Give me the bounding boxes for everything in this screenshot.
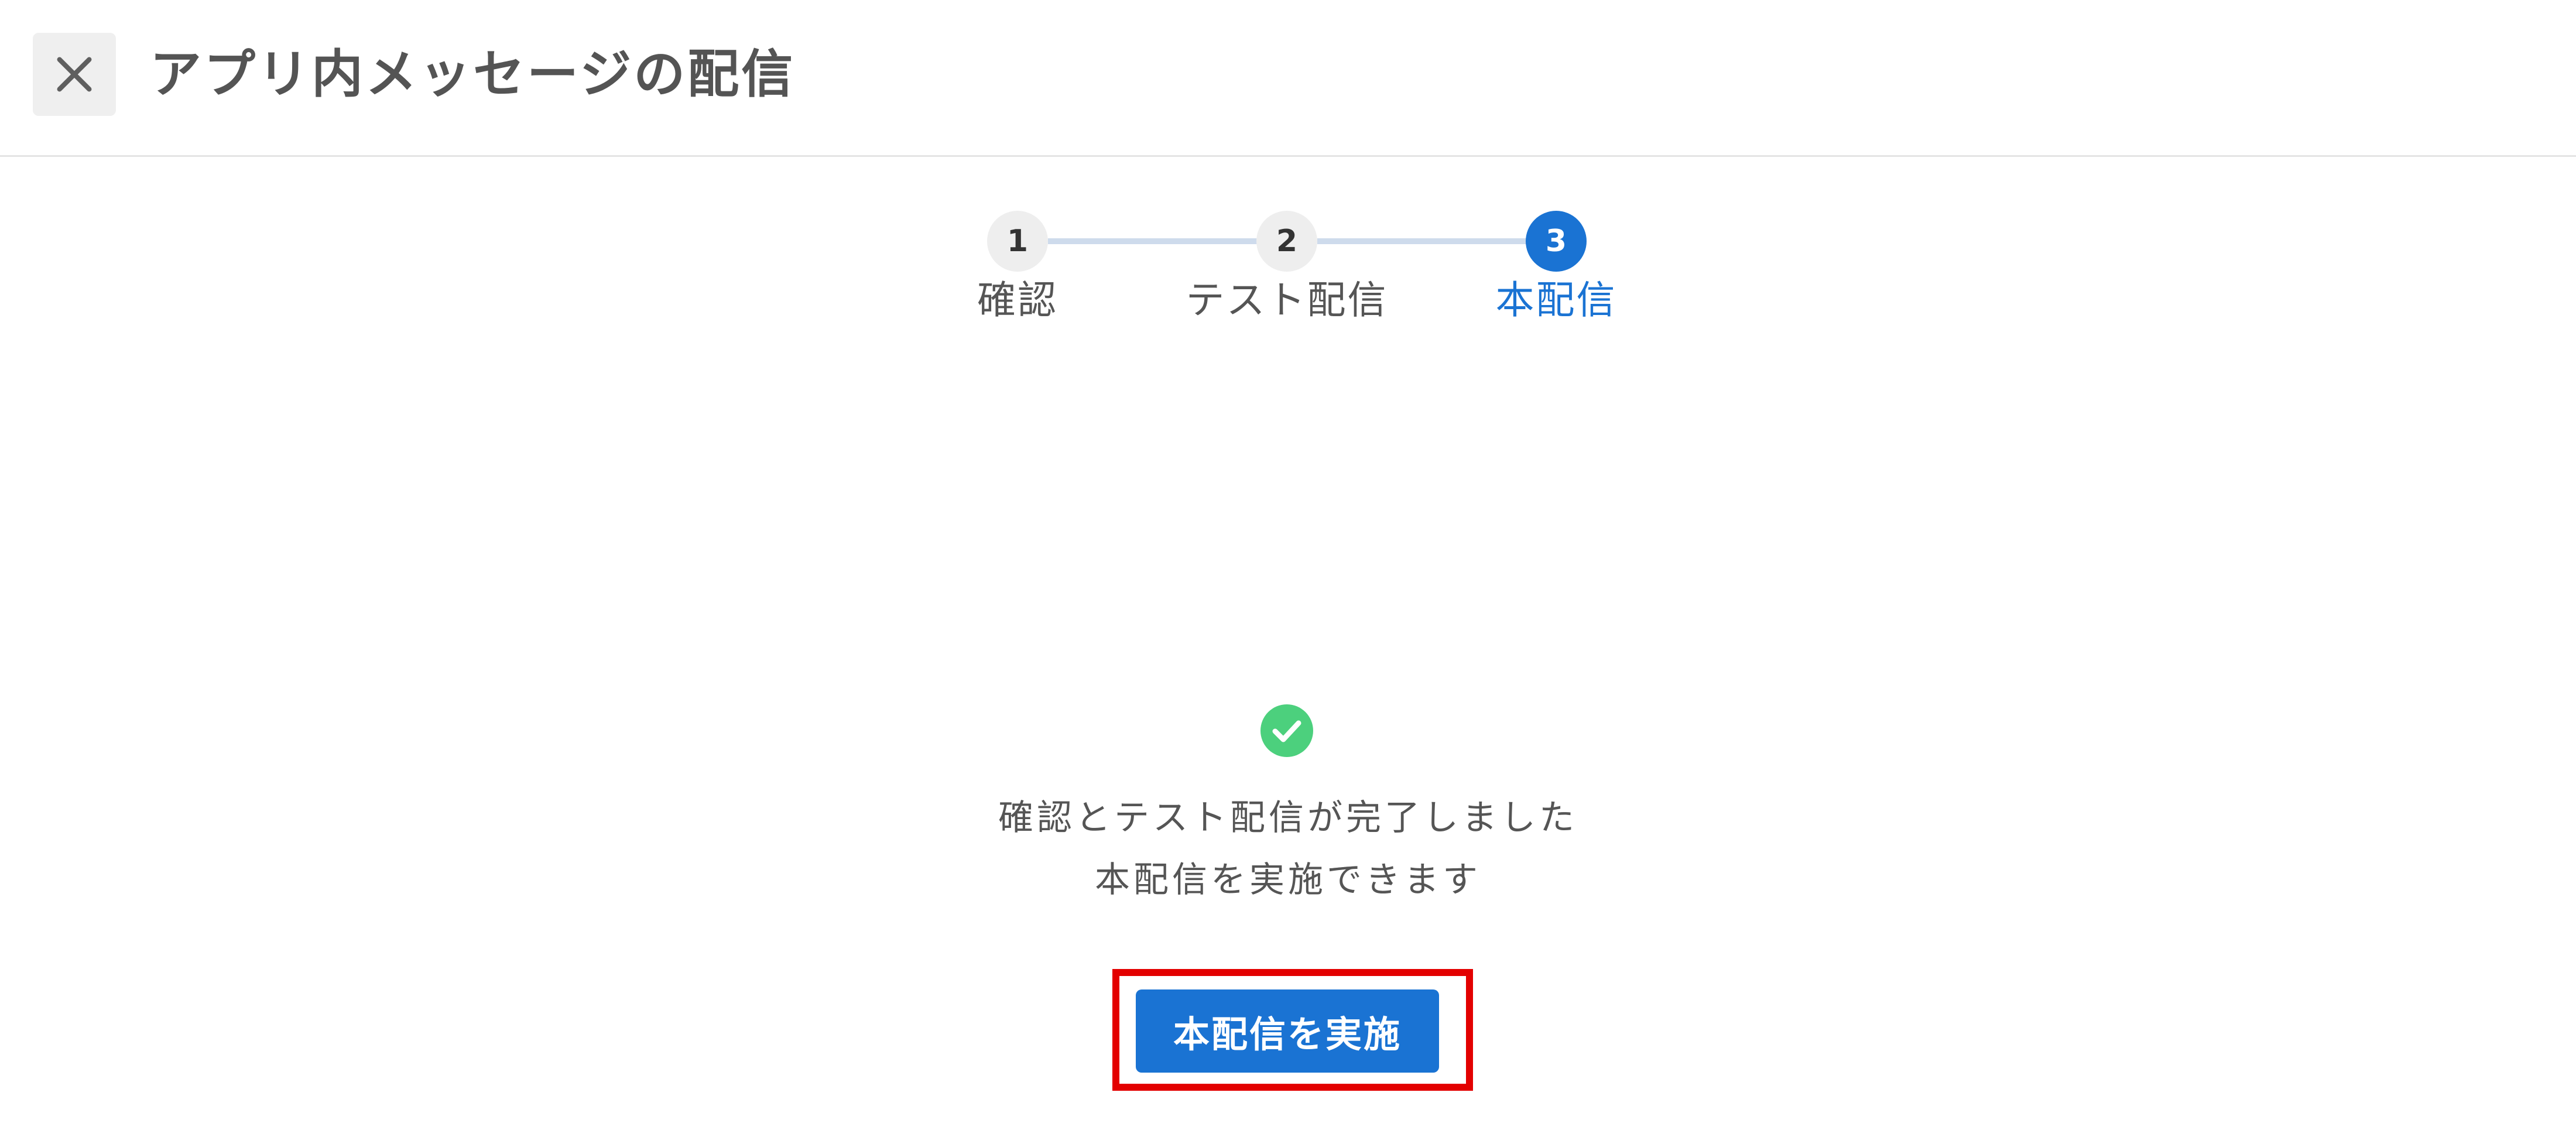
step-1-circle: 1 xyxy=(987,211,1048,272)
step-2-circle: 2 xyxy=(1256,211,1317,272)
stepper: 1 2 3 確認 テスト配信 本配信 xyxy=(0,0,2576,351)
step-1-label: 確認 xyxy=(977,278,1058,323)
completion-message-line2: 本配信を実施できます xyxy=(1095,860,1481,900)
step-2-label: テスト配信 xyxy=(1186,278,1388,323)
step-3-label: 本配信 xyxy=(1495,278,1617,323)
step-3-circle: 3 xyxy=(1526,211,1587,272)
check-circle-icon xyxy=(1260,704,1313,757)
step-connector-2-3 xyxy=(1317,238,1528,244)
completion-message-line1: 確認とテスト配信が完了しました xyxy=(998,797,1578,838)
execute-delivery-button[interactable]: 本配信を実施 xyxy=(1136,989,1439,1073)
step-connector-1-2 xyxy=(1048,238,1259,244)
